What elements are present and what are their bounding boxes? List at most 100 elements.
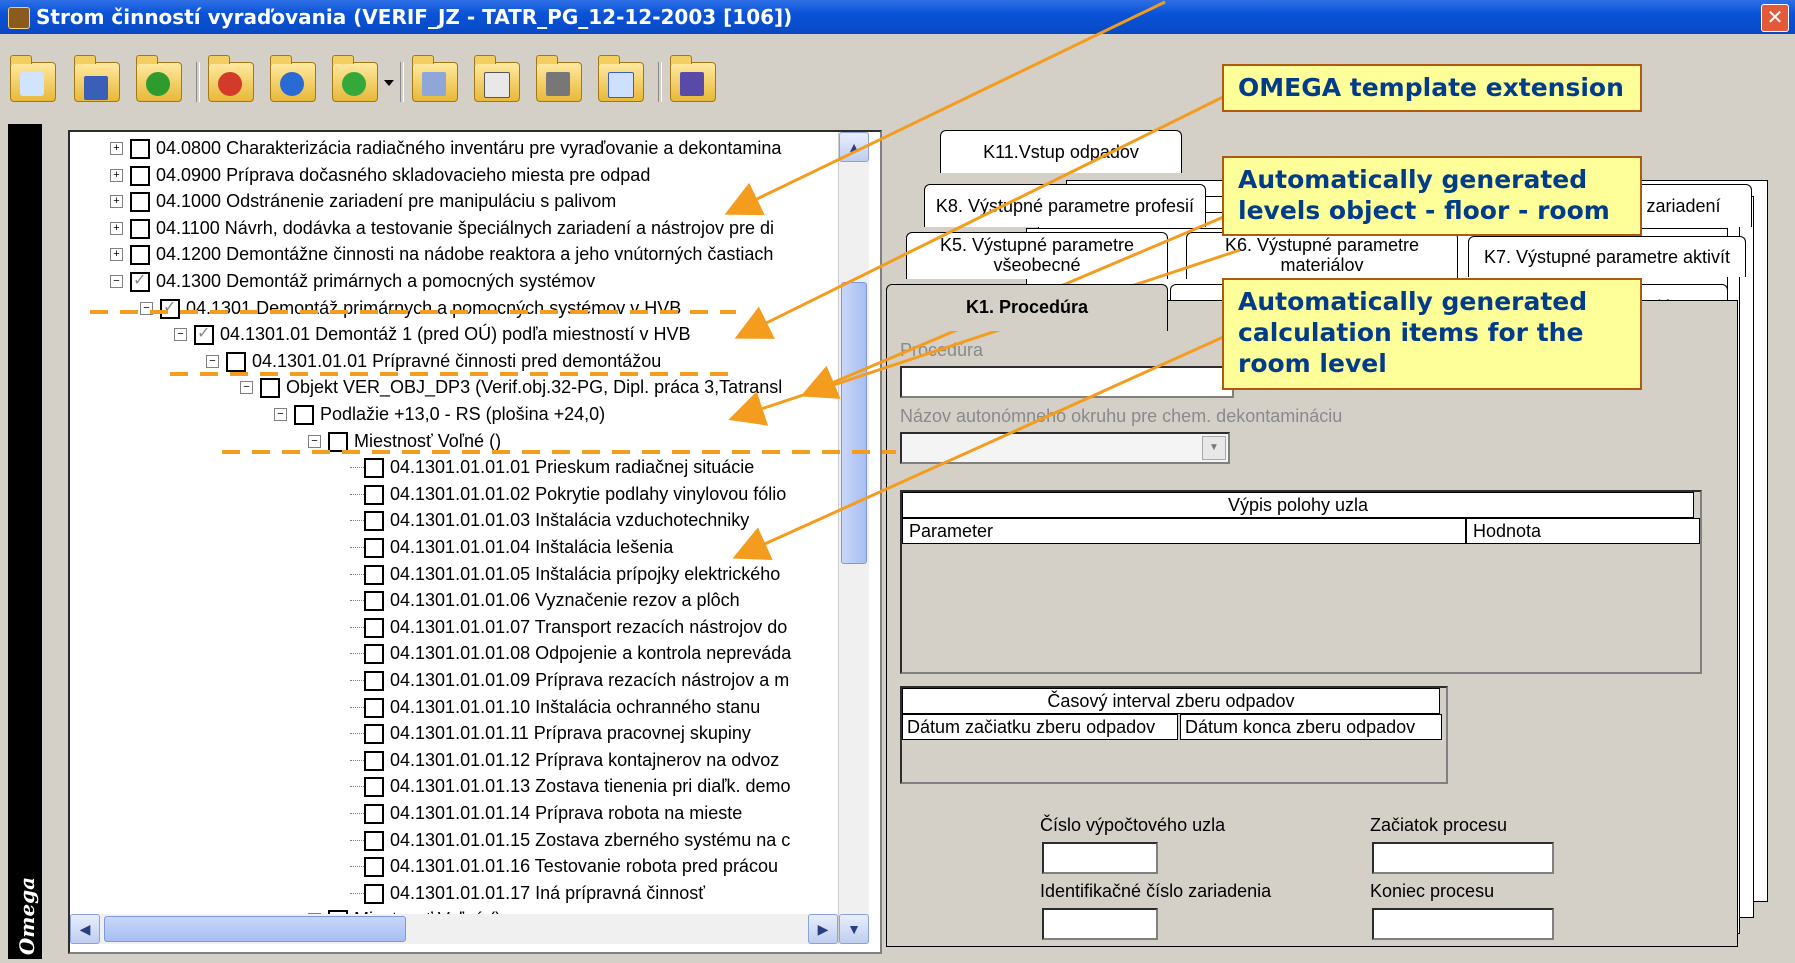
tab-k1[interactable]: K1. Procedúra xyxy=(886,284,1168,331)
collapse-icon[interactable]: − xyxy=(206,354,219,368)
tree-checkbox[interactable] xyxy=(130,268,150,294)
collapse-icon[interactable]: − xyxy=(174,328,187,342)
tree-row[interactable]: 04.1301.01.01.09 Príprava rezacích nástr… xyxy=(70,667,840,693)
tree-row[interactable]: 04.1301.01.01.01 Prieskum radiačnej situ… xyxy=(70,454,840,480)
tree-row[interactable]: 04.1301.01.01.13 Zostava tienenia pri di… xyxy=(70,773,840,799)
tree-row[interactable]: +04.0800 Charakterizácia radiačného inve… xyxy=(70,135,840,161)
tree-row[interactable]: 04.1301.01.01.06 Vyznačenie rezov a plôc… xyxy=(70,587,840,613)
tree-row[interactable]: − 04.1301.01.01 Prípravné činnosti pred d… xyxy=(70,348,840,374)
tree-checkbox[interactable] xyxy=(364,777,384,798)
chart-button[interactable] xyxy=(596,54,644,106)
tree-checkbox[interactable] xyxy=(130,165,150,186)
expand-icon[interactable]: + xyxy=(110,195,123,209)
tree-checkbox[interactable] xyxy=(194,321,214,347)
tree-checkbox[interactable] xyxy=(364,591,384,612)
interval-col-end[interactable]: Dátum konca zberu odpadov xyxy=(1180,714,1442,740)
tree-row[interactable]: 04.1301.01.01.17 Iná prípravná činnosť xyxy=(70,880,840,906)
tools-button[interactable] xyxy=(668,54,716,106)
tree-row[interactable]: − 04.1301.01 Demontáž 1 (pred OÚ) podľa m… xyxy=(70,321,840,347)
tree-row[interactable]: 04.1301.01.01.03 Inštalácia vzduchotechn… xyxy=(70,507,840,533)
interval-grid[interactable]: Časový interval zberu odpadov Dátum zači… xyxy=(900,686,1448,784)
scroll-up-button[interactable]: ▲ xyxy=(839,132,869,162)
tree-checkbox[interactable] xyxy=(364,830,384,851)
collapse-icon[interactable]: − xyxy=(308,434,321,448)
expand-icon[interactable]: + xyxy=(110,142,123,155)
tree-checkbox[interactable] xyxy=(160,295,180,321)
cislo-field[interactable] xyxy=(1042,842,1158,874)
tree-checkbox[interactable] xyxy=(364,644,384,665)
run-button[interactable] xyxy=(206,54,254,106)
tab-k8[interactable]: K8. Výstupné parametre profesií xyxy=(924,184,1206,227)
tree-checkbox[interactable] xyxy=(364,804,384,824)
tree-checkbox[interactable] xyxy=(364,750,384,771)
tree-checkbox[interactable] xyxy=(130,139,150,159)
tree-row[interactable]: 04.1301.01.01.15 Zostava zberného systém… xyxy=(70,827,840,853)
table-button[interactable] xyxy=(472,54,520,106)
tree-row[interactable]: 04.1301.01.01.02 Pokrytie podlahy vinylo… xyxy=(70,481,840,507)
tree-checkbox[interactable] xyxy=(130,192,150,213)
tree-row[interactable]: 04.1301.01.01.14 Príprava robota na mies… xyxy=(70,800,840,826)
close-button[interactable]: ✕ xyxy=(1761,4,1789,32)
run-all-button[interactable] xyxy=(330,54,378,106)
expand-icon[interactable]: + xyxy=(110,221,123,235)
collapse-icon[interactable]: − xyxy=(240,381,253,395)
grid-button[interactable] xyxy=(410,54,458,106)
tree-checkbox[interactable] xyxy=(364,617,384,638)
tree-checkbox[interactable] xyxy=(260,378,280,399)
tree-row[interactable]: +04.0900 Príprava dočasného skladovacieh… xyxy=(70,162,840,188)
tree-row[interactable]: − Miestnosť Voľné () xyxy=(70,428,840,454)
tab-k7[interactable]: K7. Výstupné parametre aktivít xyxy=(1468,236,1746,277)
tree-row[interactable]: − Objekt VER_OBJ_DP3 (Verif.obj.32-PG, Di… xyxy=(70,374,840,400)
tree-row[interactable]: − 04.1301 Demontáž primárnych a pomocných… xyxy=(70,295,840,321)
open-folder-button[interactable] xyxy=(8,54,56,106)
procedura-field[interactable] xyxy=(900,366,1234,398)
tree-checkbox[interactable] xyxy=(130,245,150,266)
save-button[interactable] xyxy=(72,54,120,106)
scroll-right-button[interactable]: ▶ xyxy=(808,914,838,944)
okruh-select[interactable]: ▼ xyxy=(900,432,1230,464)
tree-row[interactable]: − Podlažie +13,0 - RS (plošina +24,0) xyxy=(70,401,840,427)
tree-checkbox[interactable] xyxy=(294,405,314,425)
tree-row[interactable]: 04.1301.01.01.10 Inštalácia ochranného s… xyxy=(70,694,840,720)
tree-row[interactable]: 04.1301.01.01.05 Inštalácia prípojky ele… xyxy=(70,561,840,587)
run-next-button[interactable] xyxy=(268,54,316,106)
tab-k5[interactable]: K5. Výstupné parametre všeobecné xyxy=(906,232,1168,279)
tree-checkbox[interactable] xyxy=(328,431,348,452)
tree-checkbox[interactable] xyxy=(364,458,384,479)
collapse-icon[interactable]: − xyxy=(140,301,153,315)
tree-row[interactable]: 04.1301.01.01.07 Transport rezacích nást… xyxy=(70,614,840,640)
tree-checkbox[interactable] xyxy=(364,697,384,718)
tab-k6[interactable]: K6. Výstupné parametre materiálov xyxy=(1186,232,1458,279)
tree-checkbox[interactable] xyxy=(364,511,384,532)
window-title-bar[interactable]: Strom činností vyraďovania (VERIF_JZ - T… xyxy=(0,0,1795,34)
tree-button[interactable] xyxy=(134,54,182,106)
expand-icon[interactable]: + xyxy=(110,168,123,182)
tree-row[interactable]: 04.1301.01.01.16 Testovanie robota pred … xyxy=(70,853,840,879)
tree-row[interactable]: 04.1301.01.01.08 Odpojenie a kontrola ne… xyxy=(70,640,840,666)
poloha-col-parameter[interactable]: Parameter xyxy=(902,518,1466,544)
tree-checkbox[interactable] xyxy=(364,484,384,505)
zaciatok-field[interactable] xyxy=(1372,842,1554,874)
tree-checkbox[interactable] xyxy=(364,883,384,904)
collapse-icon[interactable]: − xyxy=(274,408,287,421)
tree-row[interactable]: +04.1100 Návrh, dodávka a testovanie špe… xyxy=(70,215,840,241)
tree-checkbox[interactable] xyxy=(364,724,384,745)
scroll-thumb[interactable] xyxy=(841,282,867,564)
tree-vertical-scrollbar[interactable]: ▲ ▼ xyxy=(838,132,869,944)
tree-row[interactable]: +04.1200 Demontážne činnosti na nádobe r… xyxy=(70,241,840,267)
tree-row[interactable]: 04.1301.01.01.12 Príprava kontajnerov na… xyxy=(70,747,840,773)
chevron-down-icon[interactable] xyxy=(384,80,394,86)
scroll-left-button[interactable]: ◀ xyxy=(70,914,100,944)
expand-icon[interactable]: + xyxy=(110,248,123,262)
poloha-grid[interactable]: Výpis polohy uzla Parameter Hodnota xyxy=(900,490,1702,674)
tree-row[interactable]: − 04.1300 Demontáž primárnych a pomocných… xyxy=(70,268,840,294)
tree-checkbox[interactable] xyxy=(130,218,150,239)
tree-row[interactable]: 04.1301.01.01.11 Príprava pracovnej skup… xyxy=(70,720,840,746)
collapse-icon[interactable]: − xyxy=(110,275,123,288)
tab-k11[interactable]: K11.Vstup odpadov xyxy=(940,130,1182,173)
tree-checkbox[interactable] xyxy=(364,857,384,878)
ident-field[interactable] xyxy=(1042,908,1158,940)
tree-checkbox[interactable] xyxy=(364,538,384,558)
tree-row[interactable]: +04.1000 Odstránenie zariadení pre manip… xyxy=(70,188,840,214)
chevron-down-icon[interactable]: ▼ xyxy=(1202,436,1226,460)
